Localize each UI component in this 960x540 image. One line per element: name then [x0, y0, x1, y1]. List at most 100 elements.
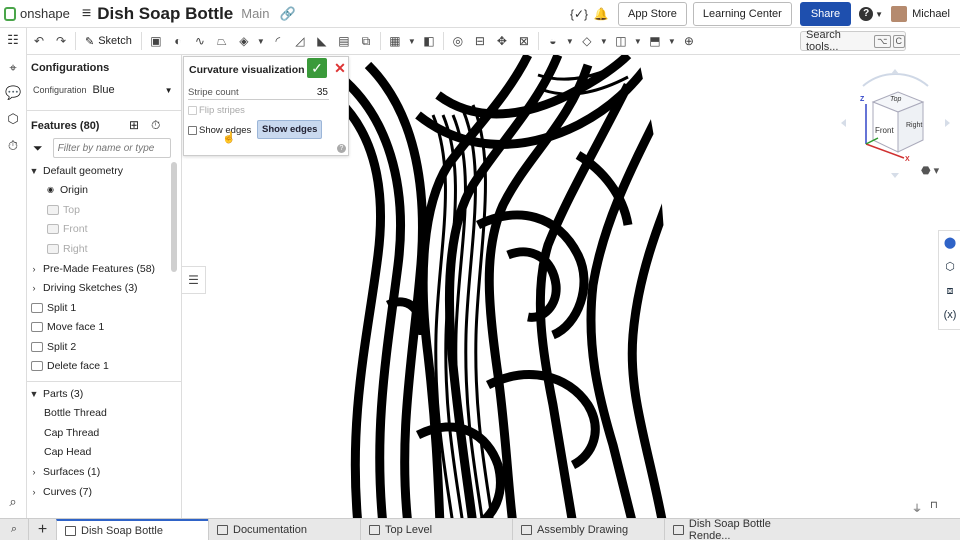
surface-icon[interactable]: ⬒ [644, 31, 666, 51]
tab-manager-icon[interactable]: ⌕ [0, 519, 28, 540]
chevron-down-icon[interactable]: ▼ [564, 31, 576, 51]
help-icon[interactable]: ? [859, 7, 874, 21]
shell-icon[interactable]: ⧉ [355, 31, 377, 51]
tab-render[interactable]: Dish Soap Bottle Rende... [664, 518, 814, 540]
tab-documentation[interactable]: Documentation [208, 519, 360, 540]
filter-input[interactable] [52, 138, 171, 158]
chevron-right-icon[interactable]: › [29, 264, 39, 274]
history-icon[interactable]: ⏱ [5, 138, 21, 154]
menu-icon[interactable]: ≡ [82, 5, 91, 23]
chevron-right-icon[interactable]: › [29, 487, 39, 497]
tree-item-default-geometry[interactable]: ▼ Default geometry [29, 161, 123, 180]
render-mode-icon[interactable]: ⬣ ▾ [921, 164, 941, 180]
delete-part-icon[interactable]: ⊠ [513, 31, 535, 51]
mass-properties-icon[interactable]: ⬡ [942, 259, 958, 275]
pattern-icon[interactable]: ▦ [384, 31, 406, 51]
share-button[interactable]: Share [799, 2, 852, 26]
variables-table-icon[interactable]: (x) [942, 307, 958, 323]
tree-item-cap-thread[interactable]: Cap Thread [44, 423, 99, 442]
tab-top-level[interactable]: Top Level [360, 519, 512, 540]
loft-icon[interactable]: ⏢ [211, 31, 233, 51]
fillet-icon[interactable]: ◜ [267, 31, 289, 51]
section-view-icon[interactable]: ⏚ [912, 500, 922, 515]
zebra-stripe-model[interactable] [328, 55, 698, 518]
add-folder-icon[interactable]: ⊞ [129, 118, 139, 132]
modify-fillet-icon[interactable]: ◒ [542, 31, 564, 51]
link-icon[interactable]: 🔗 [279, 6, 295, 22]
mate-connector-icon[interactable]: ⌖ [5, 60, 21, 76]
feature-tree-icon[interactable]: ☷ [5, 32, 21, 48]
cube-top-face[interactable]: Top [890, 96, 901, 103]
cube-right-face[interactable]: Right [906, 122, 922, 129]
tree-item-delete-face-1[interactable]: Delete face 1 [31, 356, 109, 375]
variables-icon[interactable]: {✓} [568, 7, 590, 21]
avatar[interactable] [891, 6, 908, 22]
undo-icon[interactable]: ↶ [28, 31, 50, 51]
app-store-button[interactable]: App Store [618, 2, 687, 26]
split-icon[interactable]: ⊟ [469, 31, 491, 51]
plane-icon[interactable]: ◇ [576, 31, 598, 51]
sweep-icon[interactable]: ∿ [189, 31, 211, 51]
sketch-button[interactable]: ✎ Sketch [79, 31, 138, 51]
transform-icon[interactable]: ✥ [491, 31, 513, 51]
tree-item-split-1[interactable]: Split 1 [31, 298, 76, 317]
tab-dish-soap-bottle[interactable]: Dish Soap Bottle [56, 519, 208, 540]
tab-assembly-drawing[interactable]: Assembly Drawing [512, 519, 664, 540]
cube-front-face[interactable]: Front [875, 126, 894, 135]
flip-stripes-checkbox[interactable] [188, 106, 197, 115]
user-name[interactable]: Michael [912, 8, 950, 20]
revolve-icon[interactable]: ◐ [167, 31, 189, 51]
tree-item-bottle-thread[interactable]: Bottle Thread [44, 403, 107, 422]
sheet-metal-icon[interactable]: ◫ [610, 31, 632, 51]
learning-center-button[interactable]: Learning Center [692, 2, 792, 26]
parts-icon[interactable]: ⬡ [5, 111, 21, 127]
chevron-down-icon[interactable]: ▼ [255, 31, 267, 51]
tree-item-cap-head[interactable]: Cap Head [44, 442, 91, 461]
chevron-right-icon[interactable]: › [29, 283, 39, 293]
comments-icon[interactable]: 💬 [5, 85, 21, 101]
thicken-icon[interactable]: ◈ [233, 31, 255, 51]
tree-item-origin[interactable]: ◉ Origin [47, 180, 88, 199]
add-custom-feature-icon[interactable]: ⊕ [678, 31, 700, 51]
tree-item-top-plane[interactable]: Top [47, 200, 80, 219]
feature-list-scrollbar[interactable] [171, 162, 177, 272]
tree-item-curves[interactable]: › Curves (7) [29, 482, 93, 501]
close-icon[interactable]: ✕ [333, 60, 347, 76]
rollback-timer-icon[interactable]: ⏱ [151, 118, 160, 133]
notifications-bell-icon[interactable]: 🔔 [590, 7, 612, 21]
chevron-down-icon[interactable]: ▼ [406, 31, 418, 51]
redo-icon[interactable]: ↷ [50, 31, 72, 51]
mirror-icon[interactable]: ◧ [418, 31, 440, 51]
workspace-name[interactable]: Main [241, 6, 269, 21]
tree-item-split-2[interactable]: Split 2 [31, 337, 76, 356]
boolean-icon[interactable]: ◎ [447, 31, 469, 51]
search-tools-input[interactable]: Search tools... ⌥ C [800, 29, 906, 53]
appearance-icon[interactable]: ⬤ [942, 235, 958, 251]
tree-item-move-face-1[interactable]: Move face 1 [31, 317, 104, 336]
show-edges-checkbox[interactable] [188, 126, 197, 135]
configuration-select[interactable]: Blue ▼ [93, 82, 173, 98]
chevron-down-icon[interactable]: ▼ [632, 31, 644, 51]
filter-icon[interactable]: ⏷ [33, 141, 43, 156]
chevron-down-icon[interactable]: ▼ [875, 10, 883, 19]
feature-list-toggle[interactable]: ☰ [182, 266, 206, 294]
chevron-right-icon[interactable]: › [29, 467, 39, 477]
tree-item-pre-made-features[interactable]: › Pre-Made Features (58) [29, 259, 156, 278]
measure-icon[interactable]: ⊓ [930, 500, 938, 515]
tree-item-driving-sketches[interactable]: › Driving Sketches (3) [29, 278, 138, 297]
stripe-count-input[interactable]: 35 [306, 87, 328, 98]
tree-item-parts[interactable]: ▼ Parts (3) [29, 384, 84, 403]
help-icon[interactable]: ? [337, 144, 346, 153]
onshape-logo[interactable]: onshape [4, 6, 70, 21]
document-title[interactable]: Dish Soap Bottle [97, 4, 233, 24]
accept-check-icon[interactable]: ✓ [307, 58, 327, 78]
chevron-down-icon[interactable]: ▼ [598, 31, 610, 51]
add-tab-icon[interactable]: + [28, 519, 56, 540]
rib-icon[interactable]: ▤ [333, 31, 355, 51]
tree-item-right-plane[interactable]: Right [47, 239, 88, 258]
draft-icon[interactable]: ◣ [311, 31, 333, 51]
search-settings-icon[interactable]: ⌕ [5, 494, 21, 510]
chamfer-icon[interactable]: ◿ [289, 31, 311, 51]
chevron-down-icon[interactable]: ▼ [666, 31, 678, 51]
extrude-icon[interactable]: ▣ [145, 31, 167, 51]
